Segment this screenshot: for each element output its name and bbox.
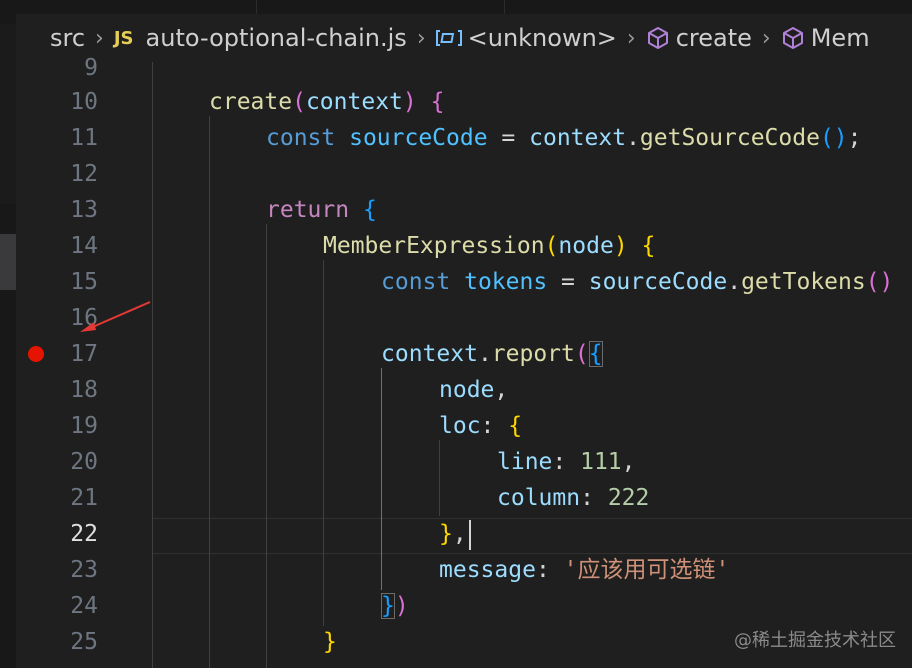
code-line[interactable]: 11 const sourceCode = context.getSourceC… [16, 120, 912, 156]
line-number: 23 [70, 557, 98, 583]
code-text: }, [439, 516, 471, 552]
code-line[interactable]: 15 const tokens = sourceCode.getTokens() [16, 264, 912, 300]
breadcrumb-scope-member[interactable]: Mem [781, 24, 870, 52]
text-cursor [468, 519, 471, 550]
code-line[interactable]: 10 create(context) { [16, 84, 912, 120]
breadcrumb-folder[interactable]: src [50, 24, 85, 52]
chevron-right-icon: › [416, 25, 426, 51]
code-text: column: 222 [497, 485, 650, 511]
panel-shade [0, 24, 16, 204]
code-text: context.report({ [381, 341, 603, 367]
variable-icon [435, 28, 462, 48]
watermark: @稀土掘金技术社区 [734, 630, 896, 651]
code-text: loc: { [439, 413, 523, 439]
line-number: 21 [70, 485, 98, 511]
chevron-right-icon: › [761, 25, 771, 51]
breadcrumb-file-label: auto-optional-chain.js [145, 24, 407, 52]
line-number: 13 [70, 197, 98, 223]
code-text: line: 111, [497, 449, 636, 475]
code-text: } [323, 629, 337, 655]
code-text: node, [439, 377, 509, 403]
line-number-active: 22 [70, 521, 98, 547]
line-number: 19 [70, 413, 98, 439]
method-cube-icon [781, 26, 805, 50]
code-text: const sourceCode = context.getSourceCode… [266, 125, 862, 151]
code-line[interactable]: 23 message: '应该用可选链' [16, 552, 912, 588]
line-number: 9 [84, 55, 98, 81]
code-line[interactable]: 13 return { [16, 192, 912, 228]
breadcrumb-scope-unknown[interactable]: <unknown> [435, 24, 617, 52]
line-number: 10 [70, 89, 98, 115]
line-number: 25 [70, 629, 98, 655]
js-file-icon: JS [113, 27, 134, 49]
tab-strip [0, 0, 912, 14]
left-panel-edge [0, 14, 16, 668]
code-editor[interactable]: 9 10 create(context) { 11 const sourceCo… [16, 55, 912, 668]
line-number: 20 [70, 449, 98, 475]
breadcrumb-scope-label: create [675, 24, 752, 52]
code-line[interactable]: 17 context.report({ [16, 336, 912, 372]
code-line[interactable]: 18 node, [16, 372, 912, 408]
line-number: 14 [70, 233, 98, 259]
line-number: 24 [70, 593, 98, 619]
line-number: 18 [70, 377, 98, 403]
method-cube-icon [646, 26, 670, 50]
code-text: return { [266, 197, 377, 223]
chevron-right-icon: › [626, 25, 636, 51]
code-text: message: '应该用可选链' [439, 557, 730, 583]
line-number: 15 [70, 269, 98, 295]
code-text: const tokens = sourceCode.getTokens() [381, 269, 894, 295]
code-line[interactable]: 20 line: 111, [16, 444, 912, 480]
tab-separator [256, 0, 257, 14]
breadcrumb-scope-label: <unknown> [467, 24, 617, 52]
code-line[interactable]: 24 }) [16, 588, 912, 624]
panel-selection [0, 234, 16, 290]
line-number: 12 [70, 161, 98, 187]
breadcrumb-scope-create[interactable]: create [646, 24, 752, 52]
code-line[interactable]: 19 loc: { [16, 408, 912, 444]
line-number: 17 [70, 341, 98, 367]
chevron-right-icon: › [95, 25, 104, 51]
code-line[interactable]: 9 [16, 50, 912, 86]
breadcrumb-file[interactable]: JS auto-optional-chain.js [114, 24, 407, 52]
tab-separator [504, 0, 505, 14]
code-line[interactable]: 21 column: 222 [16, 480, 912, 516]
line-number: 11 [70, 125, 98, 151]
red-arrow-icon [80, 301, 151, 332]
code-text: }) [381, 593, 409, 619]
code-text: create(context) { [209, 89, 445, 115]
code-line[interactable]: 12 [16, 156, 912, 192]
code-text: MemberExpression(node) { [323, 233, 656, 259]
code-line-active[interactable]: 22 }, [16, 516, 912, 552]
code-line[interactable]: 14 MemberExpression(node) { [16, 228, 912, 264]
breadcrumb-scope-label: Mem [810, 24, 870, 52]
